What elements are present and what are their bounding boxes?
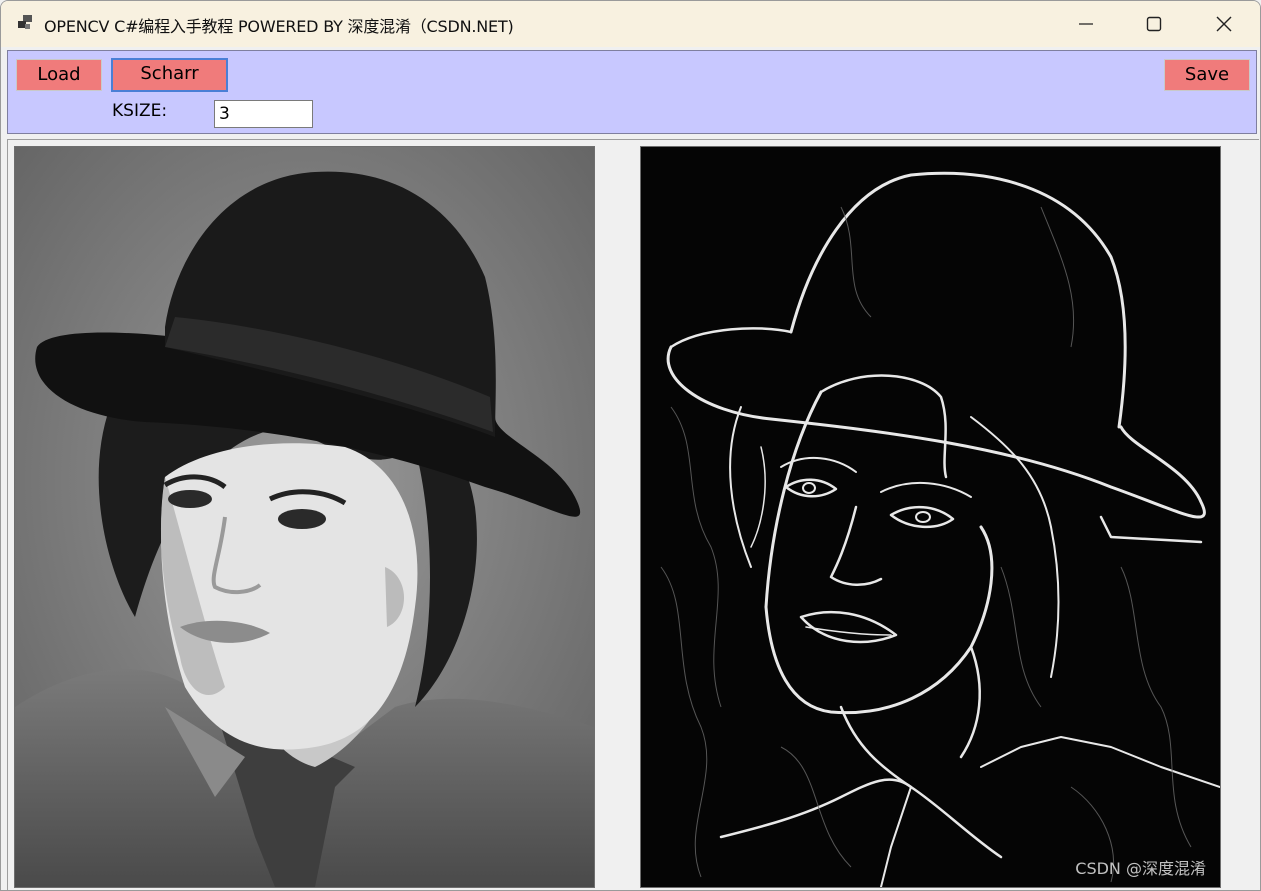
toolbar-panel: Load Scharr Save KSIZE: bbox=[7, 50, 1257, 134]
close-icon bbox=[1216, 16, 1232, 32]
app-window-icon bbox=[18, 15, 32, 29]
ksize-input[interactable] bbox=[214, 100, 313, 128]
image-area: CSDN @深度混淆 bbox=[7, 139, 1259, 890]
maximize-icon bbox=[1146, 16, 1162, 32]
watermark-text: CSDN @深度混淆 bbox=[1075, 859, 1206, 878]
source-image bbox=[15, 147, 594, 887]
result-picture-box: CSDN @深度混淆 bbox=[640, 146, 1221, 888]
app-window: OPENCV C#编程入手教程 POWERED BY 深度混淆（CSDN.NET… bbox=[0, 0, 1261, 891]
scharr-button[interactable]: Scharr bbox=[111, 58, 228, 92]
source-picture-box bbox=[14, 146, 595, 888]
ksize-label: KSIZE: bbox=[112, 101, 168, 121]
load-button[interactable]: Load bbox=[16, 59, 102, 91]
minimize-button[interactable] bbox=[1052, 1, 1120, 47]
save-button[interactable]: Save bbox=[1164, 59, 1250, 91]
close-button[interactable] bbox=[1190, 1, 1258, 47]
title-bar[interactable]: OPENCV C#编程入手教程 POWERED BY 深度混淆（CSDN.NET… bbox=[1, 1, 1260, 47]
minimize-icon bbox=[1079, 23, 1093, 25]
result-image bbox=[641, 147, 1220, 887]
maximize-button[interactable] bbox=[1120, 1, 1188, 47]
window-title: OPENCV C#编程入手教程 POWERED BY 深度混淆（CSDN.NET… bbox=[44, 17, 514, 36]
